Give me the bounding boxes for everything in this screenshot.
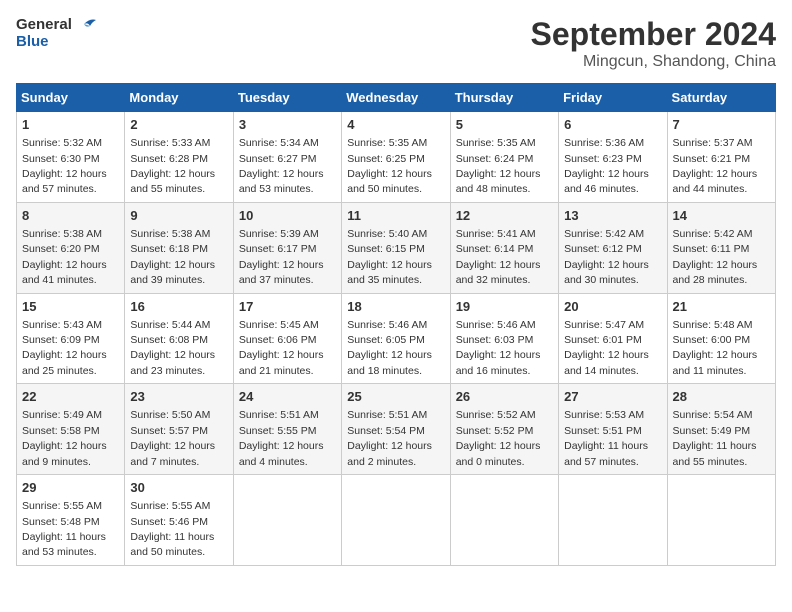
day-21: 21Sunrise: 5:48 AMSunset: 6:00 PMDayligh… xyxy=(667,293,775,384)
day-12: 12Sunrise: 5:41 AMSunset: 6:14 PMDayligh… xyxy=(450,202,558,293)
calendar-table: Sunday Monday Tuesday Wednesday Thursday… xyxy=(16,83,776,566)
col-monday: Monday xyxy=(125,84,233,112)
calendar-title: September 2024 xyxy=(531,16,776,53)
col-tuesday: Tuesday xyxy=(233,84,341,112)
logo-wordmark: General Blue xyxy=(16,16,96,51)
day-10: 10Sunrise: 5:39 AMSunset: 6:17 PMDayligh… xyxy=(233,202,341,293)
day-28: 28Sunrise: 5:54 AMSunset: 5:49 PMDayligh… xyxy=(667,384,775,475)
day-22: 22Sunrise: 5:49 AMSunset: 5:58 PMDayligh… xyxy=(17,384,125,475)
day-29: 29Sunrise: 5:55 AMSunset: 5:48 PMDayligh… xyxy=(17,475,125,566)
day-11: 11Sunrise: 5:40 AMSunset: 6:15 PMDayligh… xyxy=(342,202,450,293)
day-19: 19Sunrise: 5:46 AMSunset: 6:03 PMDayligh… xyxy=(450,293,558,384)
day-17: 17Sunrise: 5:45 AMSunset: 6:06 PMDayligh… xyxy=(233,293,341,384)
logo: General Blue xyxy=(16,16,96,51)
day-4: 4Sunrise: 5:35 AMSunset: 6:25 PMDaylight… xyxy=(342,112,450,203)
day-18: 18Sunrise: 5:46 AMSunset: 6:05 PMDayligh… xyxy=(342,293,450,384)
day-3: 3Sunrise: 5:34 AMSunset: 6:27 PMDaylight… xyxy=(233,112,341,203)
day-13: 13Sunrise: 5:42 AMSunset: 6:12 PMDayligh… xyxy=(559,202,667,293)
logo-bird-icon xyxy=(74,16,96,34)
day-empty xyxy=(342,475,450,566)
day-14: 14Sunrise: 5:42 AMSunset: 6:11 PMDayligh… xyxy=(667,202,775,293)
day-16: 16Sunrise: 5:44 AMSunset: 6:08 PMDayligh… xyxy=(125,293,233,384)
day-27: 27Sunrise: 5:53 AMSunset: 5:51 PMDayligh… xyxy=(559,384,667,475)
day-1: 1Sunrise: 5:32 AMSunset: 6:30 PMDaylight… xyxy=(17,112,125,203)
logo-blue: Blue xyxy=(16,34,96,51)
day-24: 24Sunrise: 5:51 AMSunset: 5:55 PMDayligh… xyxy=(233,384,341,475)
page-header: General Blue September 2024 Mingcun, Sha… xyxy=(16,16,776,71)
title-block: September 2024 Mingcun, Shandong, China xyxy=(531,16,776,71)
day-6: 6Sunrise: 5:36 AMSunset: 6:23 PMDaylight… xyxy=(559,112,667,203)
day-2: 2Sunrise: 5:33 AMSunset: 6:28 PMDaylight… xyxy=(125,112,233,203)
header-row: Sunday Monday Tuesday Wednesday Thursday… xyxy=(17,84,776,112)
day-empty xyxy=(233,475,341,566)
day-25: 25Sunrise: 5:51 AMSunset: 5:54 PMDayligh… xyxy=(342,384,450,475)
col-sunday: Sunday xyxy=(17,84,125,112)
calendar-week-5: 29Sunrise: 5:55 AMSunset: 5:48 PMDayligh… xyxy=(17,475,776,566)
col-wednesday: Wednesday xyxy=(342,84,450,112)
day-empty xyxy=(450,475,558,566)
calendar-subtitle: Mingcun, Shandong, China xyxy=(531,53,776,71)
day-15: 15Sunrise: 5:43 AMSunset: 6:09 PMDayligh… xyxy=(17,293,125,384)
day-5: 5Sunrise: 5:35 AMSunset: 6:24 PMDaylight… xyxy=(450,112,558,203)
calendar-week-2: 8Sunrise: 5:38 AMSunset: 6:20 PMDaylight… xyxy=(17,202,776,293)
calendar-week-4: 22Sunrise: 5:49 AMSunset: 5:58 PMDayligh… xyxy=(17,384,776,475)
col-friday: Friday xyxy=(559,84,667,112)
day-8: 8Sunrise: 5:38 AMSunset: 6:20 PMDaylight… xyxy=(17,202,125,293)
day-empty xyxy=(667,475,775,566)
col-thursday: Thursday xyxy=(450,84,558,112)
day-empty xyxy=(559,475,667,566)
day-20: 20Sunrise: 5:47 AMSunset: 6:01 PMDayligh… xyxy=(559,293,667,384)
calendar-week-1: 1Sunrise: 5:32 AMSunset: 6:30 PMDaylight… xyxy=(17,112,776,203)
day-23: 23Sunrise: 5:50 AMSunset: 5:57 PMDayligh… xyxy=(125,384,233,475)
logo-general: General xyxy=(16,17,72,34)
day-7: 7Sunrise: 5:37 AMSunset: 6:21 PMDaylight… xyxy=(667,112,775,203)
day-9: 9Sunrise: 5:38 AMSunset: 6:18 PMDaylight… xyxy=(125,202,233,293)
calendar-week-3: 15Sunrise: 5:43 AMSunset: 6:09 PMDayligh… xyxy=(17,293,776,384)
day-26: 26Sunrise: 5:52 AMSunset: 5:52 PMDayligh… xyxy=(450,384,558,475)
col-saturday: Saturday xyxy=(667,84,775,112)
day-30: 30Sunrise: 5:55 AMSunset: 5:46 PMDayligh… xyxy=(125,475,233,566)
